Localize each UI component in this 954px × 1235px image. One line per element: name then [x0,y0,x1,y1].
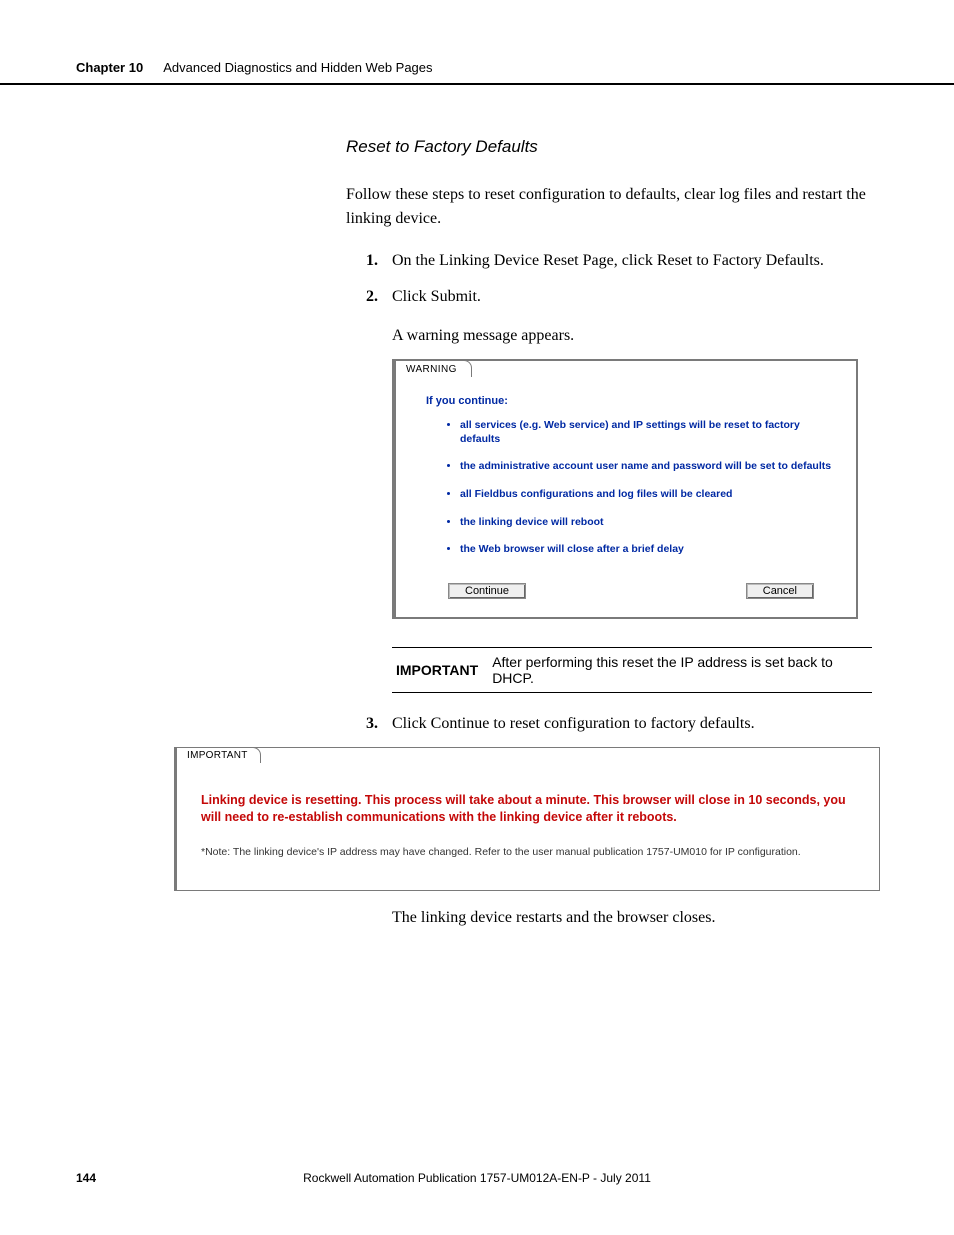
warning-item: all services (e.g. Web service) and IP s… [460,419,836,446]
continue-button[interactable]: Continue [448,583,526,599]
warning-panel: WARNING If you continue: all services (e… [392,359,858,619]
step-1: On the Linking Device Reset Page, click … [366,249,878,273]
intro-paragraph: Follow these steps to reset configuratio… [346,183,878,231]
important-callout-text: After performing this reset the IP addre… [492,654,868,686]
step-list-continued: 3. Click Continue to reset configuration… [366,715,878,733]
step-list: On the Linking Device Reset Page, click … [366,249,878,309]
page-content: Reset to Factory Defaults Follow these s… [0,137,954,927]
warning-item: all Fieldbus configurations and log file… [460,488,836,502]
important-panel: IMPORTANT Linking device is resetting. T… [174,747,880,891]
warning-heading: If you continue: [426,395,836,407]
page-footer: 144 Rockwell Automation Publication 1757… [76,1171,878,1185]
section-title: Reset to Factory Defaults [346,137,878,157]
step-2-result: A warning message appears. [392,327,878,345]
step-2: Click Submit. [366,285,878,309]
warning-tab-label: WARNING [395,360,472,377]
step-number: 3. [366,715,378,733]
chapter-title: Advanced Diagnostics and Hidden Web Page… [163,60,432,75]
warning-item: the linking device will reboot [460,516,836,530]
important-tab-label: IMPORTANT [176,747,261,763]
important-label: IMPORTANT [396,662,478,678]
chapter-label: Chapter 10 [76,60,143,75]
step-3-text: Click Continue to reset configuration to… [392,715,755,732]
cancel-button[interactable]: Cancel [746,583,814,599]
resetting-message: Linking device is resetting. This proces… [201,792,861,826]
ip-note: *Note: The linking device's IP address m… [201,846,861,858]
step-3: 3. Click Continue to reset configuration… [366,715,878,733]
page-number: 144 [76,1171,96,1185]
warning-item: the Web browser will close after a brief… [460,543,836,557]
page-header: Chapter 10 Advanced Diagnostics and Hidd… [0,0,954,85]
warning-item: the administrative account user name and… [460,460,836,474]
publication-info: Rockwell Automation Publication 1757-UM0… [303,1171,651,1185]
warning-list: all services (e.g. Web service) and IP s… [460,419,836,557]
closing-text: The linking device restarts and the brow… [392,909,878,927]
important-callout: IMPORTANT After performing this reset th… [392,647,872,693]
